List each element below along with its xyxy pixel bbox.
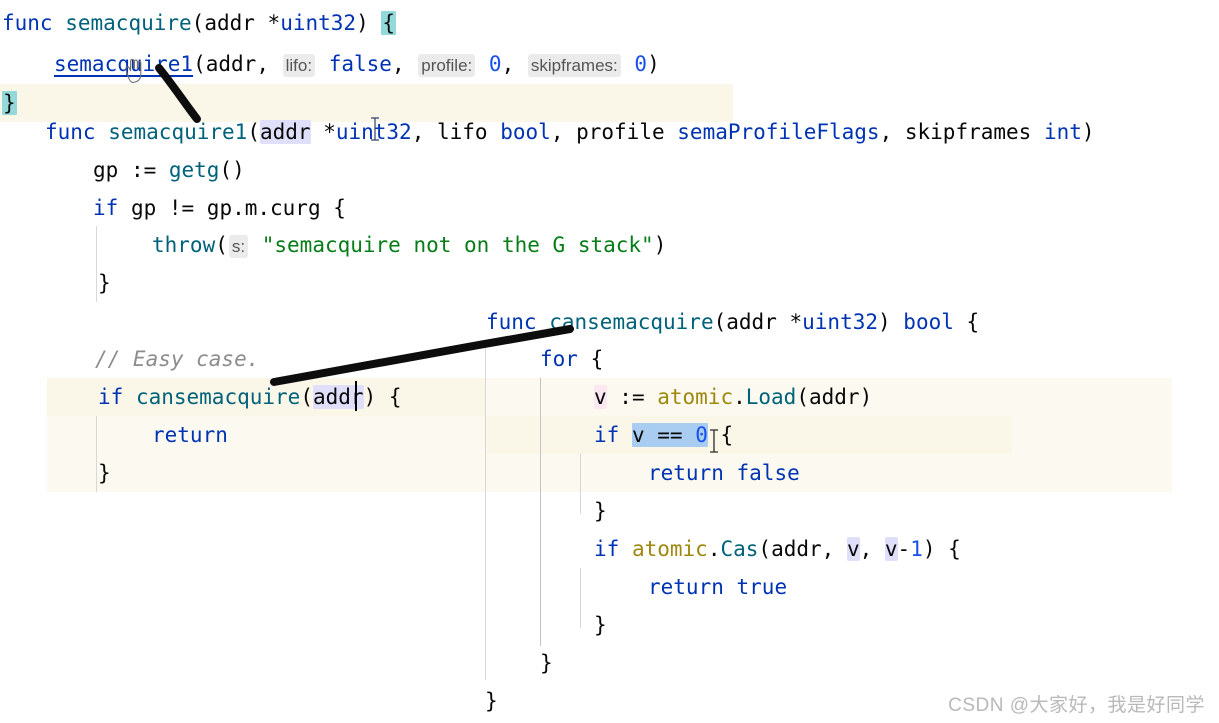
code-line-close-brace-top[interactable]: } [2,84,17,122]
code-line-if-atomic-cas[interactable]: if atomic.Cas(addr, v, v-1) { [594,530,961,568]
indent-guide-left-1 [96,226,97,302]
token-param-profile: profile [576,120,665,144]
token-keyword-for: for [540,347,578,371]
token-type-uint32-2: uint32 [335,120,412,144]
token-var-gp: gp [93,158,119,182]
indent-guide-right-3 [580,454,581,514]
code-line-if-v-eq-0[interactable]: if v == 0 { [594,416,733,454]
token-keyword-func: func [2,11,53,35]
token-param-lifo: lifo [437,120,488,144]
token-param-addr: addr [204,11,255,35]
indent-guide-right-1 [485,340,486,680]
code-line-close-if-4[interactable]: } [594,606,607,644]
param-hint-skipframes: skipframes: [527,54,621,77]
code-line-func-cansemacquire[interactable]: func cansemacquire(addr *uint32) bool { [486,303,979,341]
token-pkg-atomic: atomic [657,385,734,409]
code-line-gp-getg[interactable]: gp := getg() [93,151,245,189]
token-type-bool: bool [500,120,551,144]
code-line-semacquire1-call[interactable]: semacquire1(addr, lifo: false, profile: … [54,45,660,83]
token-keyword-if-4: if [594,537,620,561]
code-line-return-bare[interactable]: return [152,416,228,454]
token-string-semacquire-msg: "semacquire not on the G stack" [249,233,654,257]
code-line-func-semacquire[interactable]: func semacquire(addr *uint32) { [2,4,397,42]
code-line-close-if-1[interactable]: } [98,264,111,302]
token-fn-cansemacquire: cansemacquire [549,310,714,334]
token-true: true [736,575,788,599]
code-line-v-atomic-load[interactable]: v := atomic.Load(addr) [594,378,872,416]
token-zero-skipframes: 0 [621,52,648,76]
token-fn-cansemacquire-call: cansemacquire [135,385,301,409]
token-var-v-2: v [631,423,645,447]
token-fn-cas: Cas [720,537,759,561]
token-num-one: 1 [910,537,923,561]
code-editor-canvas: func semacquire(addr *uint32) { semacqui… [0,0,1219,723]
token-keyword-return-2: return [648,461,724,485]
param-hint-profile: profile: [418,54,476,77]
token-false-2: false [736,461,800,485]
code-line-return-true[interactable]: return true [648,568,787,606]
code-line-close-func-cansemacquire[interactable]: } [485,682,498,720]
code-line-comment-easy-case[interactable]: // Easy case. [95,340,259,378]
indent-guide-right-2 [540,378,541,646]
token-zero-profile: 0 [476,52,502,76]
token-type-bool-2: bool [903,310,954,334]
indent-guide-left-2 [96,416,97,492]
code-line-close-if-3[interactable]: } [594,492,607,530]
token-keyword-if-2: if [98,385,124,409]
token-param-addr-3: addr [726,310,777,334]
token-arg-addr-5: addr [771,537,822,561]
code-line-throw[interactable]: throw(s: "semacquire not on the G stack"… [152,226,666,264]
token-var-v-3: v [846,537,860,561]
token-num-zero: 0 [695,423,708,447]
brace-match-close: } [2,91,17,115]
code-line-close-for[interactable]: } [540,644,553,682]
token-keyword-if-3: if [594,423,620,447]
code-line-return-false[interactable]: return false [648,454,800,492]
code-line-for[interactable]: for { [540,340,603,378]
token-keyword-func-3: func [486,310,537,334]
token-arg-addr-4: addr [808,385,860,409]
brace-match-open: { [381,11,397,35]
token-param-skipframes: skipframes [904,120,1032,144]
indent-guide-right-4 [580,568,581,628]
csdn-watermark: CSDN @大家好，我是好同学 [948,695,1205,716]
token-param-addr-hl: addr [259,120,311,144]
token-fn-getg: getg [168,158,220,182]
token-keyword-if: if [93,196,119,220]
token-keyword-return: return [152,423,228,447]
token-keyword-func-2: func [45,120,96,144]
token-type-uint32-3: uint32 [802,310,878,334]
code-line-if-gp-curg[interactable]: if gp != gp.m.curg { [93,189,346,227]
token-fn-load: Load [745,385,797,409]
code-line-close-if-2[interactable]: } [98,454,111,492]
token-var-v-minus-1: v [884,537,898,561]
token-type-semaprofileflags: semaProfileFlags [677,120,880,144]
code-line-func-semacquire1[interactable]: func semacquire1(addr *uint32, lifo bool… [45,113,1095,151]
token-type-uint32: uint32 [280,11,357,35]
token-fn-semacquire1: semacquire1 [108,120,248,144]
token-pkg-atomic-2: atomic [631,537,708,561]
token-keyword-return-3: return [648,575,724,599]
link-semacquire1[interactable]: semacquire1 [54,52,193,76]
token-fn-semacquire: semacquire [65,11,192,35]
text-caret-left-panel [355,381,357,411]
usage-row-highlight-right-panel [485,416,1012,454]
token-arg-addr: addr [205,52,257,76]
token-type-int: int [1043,120,1082,144]
selection-v-eq-zero: v == 0 [631,423,708,447]
token-fn-throw: throw [152,233,216,257]
token-var-v: v [594,385,607,409]
param-hint-lifo: lifo: [282,54,316,77]
token-false: false [316,52,392,76]
param-hint-s: s: [228,235,249,258]
